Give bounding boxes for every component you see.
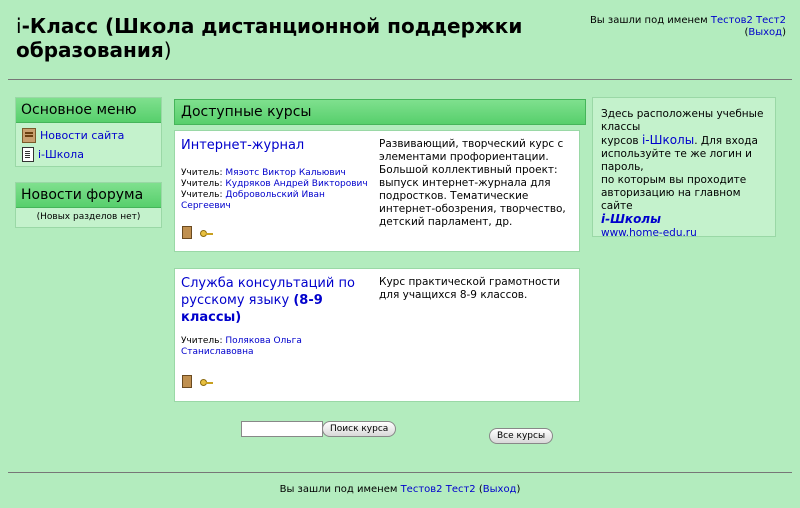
course-2-name-plain: Служба консультаций по русскому языку [181,276,355,308]
teacher-row: Учитель: Кудряков Андрей Викторович [181,179,371,190]
page-title: i-Класс (Школа дистанционной поддержки о… [16,14,576,62]
login-info-bottom: Вы зашли под именем Тестов2 Тест2 (Выход… [0,484,800,495]
title-bold-1: Школа дистанционной поддержки [114,14,523,38]
info-line-2: курсов i-Школы. Для входа используйте те… [601,134,775,174]
teacher-row: Учитель: Добровольский Иван Сергеевич [181,190,371,212]
login-info-top: Вы зашли под именем Тестов2 Тест2 (Выход… [526,15,786,39]
news-icon [22,128,36,143]
course-card-2: Служба консультаций по русскому языку (8… [174,268,580,402]
course-2-name[interactable]: Служба консультаций по русскому языку (8… [181,275,369,326]
user-profile-link[interactable]: Тестов2 Тест2 [711,15,786,26]
info-line-3: по которым вы проходите авторизацию на г… [601,174,747,212]
course-2-summary: Курс практической грамотности для учащих… [379,276,561,301]
info-line-2-prefix: курсов [601,135,642,147]
forum-news-empty: (Новых разделов нет) [36,212,141,222]
menu-item-ischool[interactable]: i-Школа [16,145,161,164]
teacher-link[interactable]: Кудряков Андрей Викторович [225,179,367,189]
menu-item-site-news-label[interactable]: Новости сайта [40,129,124,143]
main-menu-title: Основное меню [16,98,161,123]
course-1-access-icons [182,226,213,239]
menu-item-ischool-label[interactable]: i-Школа [38,148,84,162]
footer-login-prefix: Вы зашли под именем [279,484,401,495]
footer-logout-link[interactable]: Выход [483,484,517,495]
teacher-label: Учитель: [181,179,226,189]
document-icon [22,147,34,162]
menu-item-site-news[interactable]: Новости сайта [16,126,161,145]
logout-close: ) [782,27,786,38]
course-1-summary: Развивающий, творческий курс с элементам… [379,138,566,228]
teacher-label: Учитель: [181,168,226,178]
key-icon [200,378,213,386]
login-prefix: Вы зашли под именем [589,15,711,26]
ischool-link-2[interactable]: i-Школы [601,212,661,226]
header-divider [8,79,792,80]
teacher-label: Учитель: [181,336,226,346]
title-close: ) [163,38,172,62]
title-bold-2: образования [16,38,164,62]
teacher-row: Учитель: Мяэотс Виктор Кальювич [181,168,371,179]
logout-link[interactable]: Выход [748,27,782,38]
course-1-name[interactable]: Интернет-журнал [181,137,369,154]
footer-logout-close: ) [516,484,521,495]
search-course-button[interactable]: Поиск курса [322,421,397,437]
main-menu-block: Основное меню Новости сайта i-Школа [15,97,162,167]
course-2-access-icons [182,375,213,388]
course-2-teachers: Учитель: Полякова Ольга Станиславовна [181,336,371,358]
info-block: Здесь расположены учебные классы курсов … [592,97,776,239]
course-search-input[interactable] [241,421,323,437]
teacher-label: Учитель: [181,190,226,200]
guest-access-icon [182,226,192,239]
footer-divider [8,472,792,473]
teacher-link[interactable]: Мяэотс Виктор Кальювич [225,168,345,178]
guest-access-icon [182,375,192,388]
forum-news-block: Новости форума (Новых разделов нет) [15,182,162,228]
footer-user-link[interactable]: Тестов2 Тест2 [401,484,476,495]
footer-logout-open: ( [475,484,483,495]
all-courses-button[interactable]: Все курсы [489,428,554,444]
course-card-1: Интернет-журнал Учитель: Мяэотс Виктор К… [174,130,580,252]
course-1-teachers: Учитель: Мяэотс Виктор Кальювич Учитель:… [181,168,371,212]
key-icon [200,229,213,237]
ischool-link[interactable]: i-Школы [642,133,694,147]
forum-news-title: Новости форума [16,183,161,208]
teacher-row: Учитель: Полякова Ольга Станиславовна [181,336,371,358]
available-courses-title: Доступные курсы [174,99,586,125]
info-line-1: Здесь расположены учебные классы [601,108,764,133]
title-prefix: -Класс ( [21,14,115,38]
home-edu-link[interactable]: www.home-edu.ru [601,227,697,239]
